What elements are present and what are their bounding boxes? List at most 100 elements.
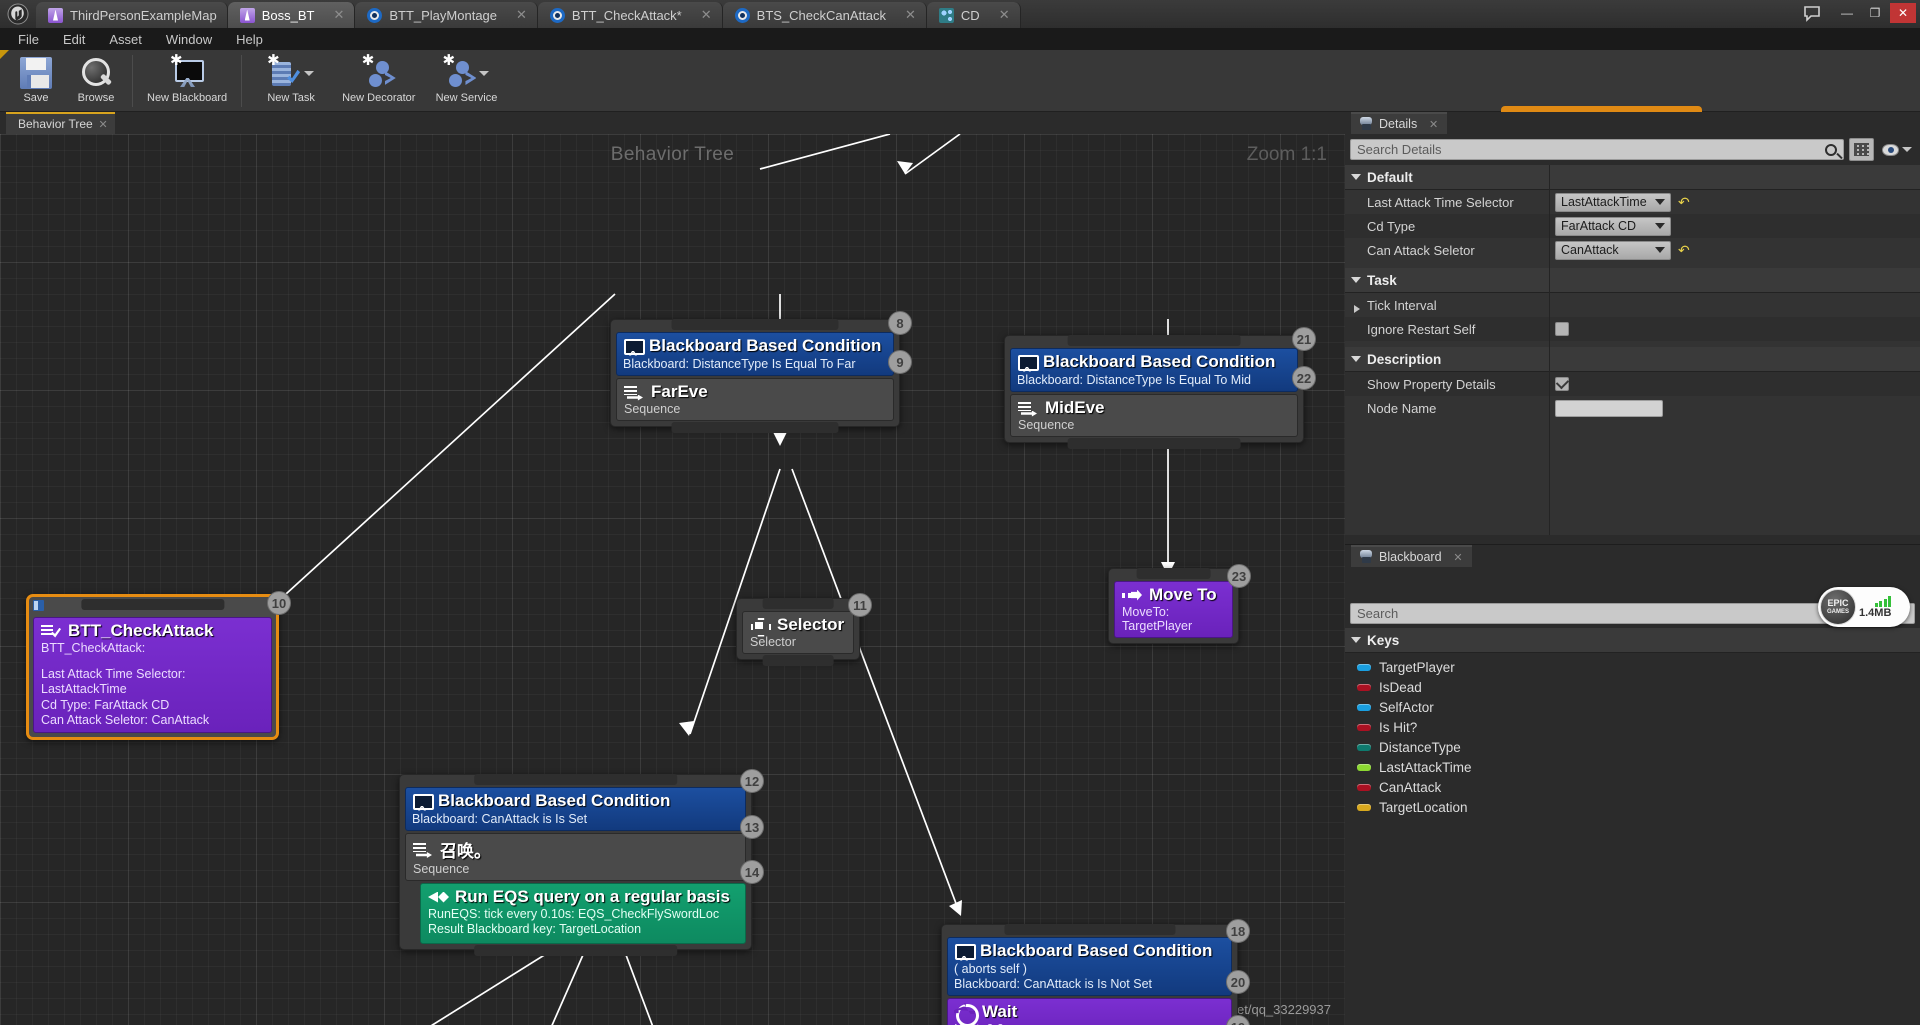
tab-btt-playmontage[interactable]: BTT_PlayMontage ✕ — [355, 2, 538, 28]
tab-close-icon[interactable]: ✕ — [1453, 551, 1462, 564]
tab-close-icon[interactable]: ✕ — [999, 7, 1010, 23]
property-value: FarAttack CD — [1549, 217, 1920, 236]
new-service-button[interactable]: ✱ New Service — [423, 52, 509, 110]
blueprint-flag-icon — [33, 600, 44, 611]
cd-type-dropdown[interactable]: FarAttack CD — [1555, 217, 1671, 236]
list-item[interactable]: Is Hit? — [1345, 717, 1920, 737]
tab-close-icon[interactable]: ✕ — [701, 7, 712, 23]
blackboard-section-keys[interactable]: Keys — [1345, 628, 1920, 653]
node-mid-eve[interactable]: 21 22 Blackboard Based Condition Blackbo… — [1004, 335, 1304, 443]
blackboard-tab-label: Blackboard — [1379, 550, 1442, 564]
close-button[interactable]: ✕ — [1890, 3, 1916, 23]
tab-blackboard[interactable]: Blackboard ✕ — [1351, 545, 1472, 567]
list-item[interactable]: TargetPlayer — [1345, 657, 1920, 677]
node-input-pin[interactable] — [763, 598, 834, 609]
visibility-button[interactable] — [1879, 144, 1915, 156]
tab-close-icon[interactable]: ✕ — [905, 7, 916, 23]
decorator-blackboard-based-condition[interactable]: Blackboard Based Condition Blackboard: C… — [405, 787, 746, 831]
node-input-pin[interactable] — [671, 319, 838, 330]
new-blackboard-button[interactable]: ✱ New Blackboard — [139, 52, 235, 110]
list-item[interactable]: DistanceType — [1345, 737, 1920, 757]
list-item[interactable]: IsDead — [1345, 677, 1920, 697]
details-search-input[interactable]: Search Details — [1350, 139, 1844, 160]
node-body-task[interactable]: BTT_CheckAttack BTT_CheckAttack: Last At… — [33, 617, 272, 733]
menu-window[interactable]: Window — [156, 30, 222, 49]
triangle-right-icon[interactable] — [1354, 305, 1360, 313]
list-item[interactable]: TargetLocation — [1345, 797, 1920, 817]
search-icon — [1825, 144, 1837, 156]
save-label: Save — [23, 92, 48, 104]
node-body-sequence[interactable]: FarEve Sequence — [616, 378, 894, 421]
new-decorator-button[interactable]: ✱ New Decorator — [334, 52, 423, 110]
tab-behavior-tree-graph[interactable]: Behavior Tree ✕ — [6, 112, 115, 134]
menu-help[interactable]: Help — [226, 30, 273, 49]
chevron-down-icon[interactable] — [304, 71, 314, 76]
node-input-pin[interactable] — [1136, 568, 1211, 579]
new-task-button[interactable]: ✱ New Task — [248, 52, 334, 110]
node-subtitle: Sequence — [1018, 418, 1290, 432]
property-row-last-attack-time-selector: Last Attack Time Selector LastAttackTime… — [1345, 190, 1920, 214]
tab-close-icon[interactable]: ✕ — [516, 7, 527, 23]
tab-btt-checkattack[interactable]: BTT_CheckAttack* ✕ — [538, 2, 723, 28]
tab-cd[interactable]: CD ✕ — [927, 2, 1021, 28]
node-output-pin[interactable] — [671, 422, 838, 433]
node-move-to-far[interactable]: 23 Move To MoveTo: TargetPlayer — [1108, 568, 1239, 644]
decorator-blackboard-based-condition[interactable]: Blackboard Based Condition Blackboard: D… — [1010, 348, 1298, 392]
menu-asset[interactable]: Asset — [99, 30, 152, 49]
node-output-pin[interactable] — [763, 655, 834, 666]
node-index-badge: 18 — [1226, 919, 1250, 943]
node-body-sequence[interactable]: 召唤。 Sequence — [405, 833, 746, 881]
browse-button[interactable]: Browse — [66, 52, 126, 110]
show-property-details-checkbox[interactable] — [1555, 377, 1569, 391]
details-section-description[interactable]: Description — [1345, 347, 1920, 372]
tab-details[interactable]: Details ✕ — [1351, 112, 1447, 134]
node-output-pin[interactable] — [474, 945, 678, 956]
node-input-pin[interactable] — [474, 774, 678, 785]
list-item[interactable]: CanAttack — [1345, 777, 1920, 797]
behavior-tree-asset-icon — [240, 8, 255, 23]
node-far-eve[interactable]: 8 9 Blackboard Based Condition Blackboar… — [610, 319, 900, 427]
list-item[interactable]: LastAttackTime — [1345, 757, 1920, 777]
save-button[interactable]: Save — [6, 52, 66, 110]
minimize-button[interactable]: — — [1834, 3, 1860, 23]
node-name-input[interactable] — [1555, 400, 1663, 417]
node-wait-checkcanattack[interactable]: 18 20 19 Blackboard Based Condition ( ab… — [941, 924, 1238, 1025]
tab-boss-bt[interactable]: Boss_BT ✕ — [228, 2, 356, 28]
decorator-blackboard-based-condition[interactable]: Blackboard Based Condition ( aborts self… — [947, 937, 1232, 996]
node-input-pin[interactable] — [1068, 335, 1241, 346]
node-input-pin[interactable] — [81, 599, 224, 610]
list-item[interactable]: SelfActor — [1345, 697, 1920, 717]
node-btt-checkattack[interactable]: 10 BTT_CheckAttack BTT_CheckAttack: Last… — [26, 594, 279, 740]
node-body-sequence[interactable]: MidEve Sequence — [1010, 394, 1298, 437]
chevron-down-icon[interactable] — [1902, 147, 1912, 152]
node-body-task[interactable]: Move To MoveTo: TargetPlayer — [1114, 581, 1233, 638]
tab-bts-checkcanattack[interactable]: BTS_CheckCanAttack ✕ — [723, 2, 927, 28]
tab-close-icon[interactable]: ✕ — [333, 7, 344, 23]
menu-file[interactable]: File — [8, 30, 49, 49]
ignore-restart-self-checkbox[interactable] — [1555, 322, 1569, 336]
maximize-button[interactable]: ❐ — [1862, 3, 1888, 23]
tab-close-icon[interactable]: ✕ — [99, 118, 108, 131]
node-body-selector[interactable]: Selector Selector — [742, 611, 854, 654]
can-attack-seletor-dropdown[interactable]: CanAttack — [1555, 241, 1671, 260]
node-zhaohuan[interactable]: 12 13 14 Blackboard Based Condition Blac… — [399, 774, 752, 950]
details-section-task[interactable]: Task — [1345, 268, 1920, 293]
service-run-eqs-query[interactable]: Run EQS query on a regular basis RunEQS:… — [420, 883, 746, 944]
node-input-pin[interactable] — [1004, 924, 1175, 935]
tab-close-icon[interactable]: ✕ — [1429, 118, 1438, 131]
menu-edit[interactable]: Edit — [53, 30, 95, 49]
revert-icon[interactable]: ↶ — [1678, 194, 1690, 211]
tab-thirdpersonexamplemap[interactable]: ThirdPersonExampleMap — [36, 2, 228, 28]
node-output-pin[interactable] — [1068, 438, 1241, 449]
chevron-down-icon[interactable] — [479, 71, 489, 76]
details-section-default[interactable]: Default — [1345, 165, 1920, 190]
display-options-button[interactable] — [1849, 138, 1874, 161]
decorator-blackboard-based-condition[interactable]: Blackboard Based Condition Blackboard: D… — [616, 332, 894, 376]
node-selector[interactable]: 11 Selector Selector — [736, 598, 860, 660]
revert-icon[interactable]: ↶ — [1678, 242, 1690, 259]
behavior-tree-graph-canvas[interactable]: Behavior Tree Zoom 1:1 BEHAVIOR TREE htt… — [0, 134, 1345, 1025]
node-body-task[interactable]: Wait Wait: 0.0s — [947, 998, 1232, 1025]
node-title: Selector — [750, 615, 846, 635]
last-attack-time-selector-dropdown[interactable]: LastAttackTime — [1555, 193, 1671, 212]
feedback-icon[interactable] — [1802, 3, 1822, 23]
